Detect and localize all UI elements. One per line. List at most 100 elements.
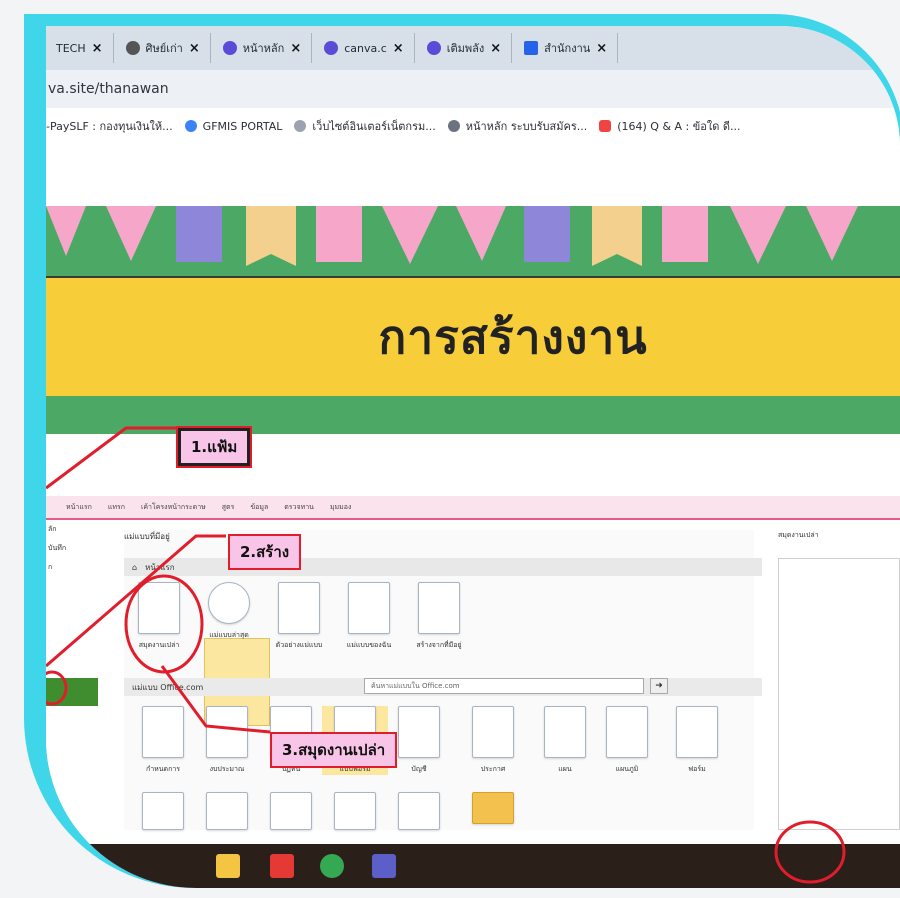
template-label: ตัวอย่างแม่แบบ	[275, 641, 323, 649]
site-icon	[294, 120, 307, 132]
browser-tab[interactable]: canva.c ×	[314, 33, 415, 63]
preview-pane: สมุดงานเปล่า	[772, 530, 900, 830]
office-search-input[interactable]: ค้นหาแม่แบบใน Office.com	[364, 678, 644, 694]
backstage-nav: ลัก บันทึก ก	[46, 520, 100, 830]
template-category[interactable]	[386, 792, 452, 836]
template-category[interactable]	[258, 792, 324, 836]
template-label: ฟอร์ม	[688, 765, 706, 773]
browser-tab[interactable]: หน้าหลัก ×	[212, 33, 313, 63]
folder-icon[interactable]	[460, 792, 526, 830]
template-mine[interactable]: แม่แบบของฉัน	[336, 582, 402, 651]
template-label: แม่แบบของฉัน	[346, 641, 392, 649]
bookmark-item[interactable]: GFMIS PORTAL	[184, 120, 282, 133]
bookmark-item[interactable]: หน้าหลัก ระบบรับสมัคร...	[447, 117, 588, 135]
menu-item[interactable]: แทรก	[108, 502, 125, 513]
menu-item[interactable]: หน้าแรก	[66, 502, 92, 513]
preview-title: สมุดงานเปล่า	[778, 531, 819, 539]
chrome-icon[interactable]	[320, 854, 344, 878]
page-title: การสร้างงาน	[378, 309, 648, 364]
bookmark-label: หน้าหลัก ระบบรับสมัคร...	[465, 120, 588, 133]
section-label: แม่แบบ Office.com	[132, 682, 204, 692]
doc-icon	[206, 792, 248, 830]
template-category[interactable]: กำหนดการ	[130, 706, 196, 775]
bookmark-item[interactable]: (164) Q & A : ข้อใด ดี...	[599, 117, 741, 135]
tab-label: สำนักงาน	[544, 42, 591, 55]
preview-box	[778, 558, 900, 830]
close-icon[interactable]: ×	[290, 41, 301, 56]
bookmarks-bar: -PaySLF : กองทุนเงินให้... GFMIS PORTAL …	[46, 108, 900, 144]
address-text: va.site/thanawan	[48, 81, 169, 97]
callout-step-2: 2.สร้าง	[228, 534, 302, 570]
doc-icon	[398, 706, 440, 758]
template-label: งบประมาณ	[209, 765, 245, 773]
doc-icon	[142, 792, 184, 830]
callout-label: 1.แฟ้ม	[191, 438, 238, 456]
nav-item-new-active[interactable]	[46, 678, 98, 706]
breadcrumb: ⌂ หน้าแรก	[124, 558, 762, 576]
doc-icon	[142, 706, 184, 758]
teams-icon[interactable]	[372, 854, 396, 878]
nav-item[interactable]: ลัก	[46, 520, 100, 539]
close-icon[interactable]: ×	[189, 41, 200, 56]
template-label: แม่แบบล่าสุด	[209, 631, 249, 639]
browser-tab[interactable]: สำนักงาน ×	[514, 33, 619, 63]
template-sample[interactable]: ตัวอย่างแม่แบบ	[266, 582, 332, 651]
menu-item[interactable]: มุมมอง	[330, 502, 351, 513]
tab-label: ศิษย์เก่า	[145, 42, 183, 55]
tab-label: เติมพลัง	[446, 42, 485, 55]
template-blank-workbook[interactable]: สมุดงานเปล่า	[126, 582, 192, 651]
home-icon[interactable]: ⌂	[132, 563, 137, 572]
callout-label: 3.สมุดงานเปล่า	[282, 741, 386, 759]
taskbar	[46, 844, 900, 888]
template-category[interactable]: แผนภูมิ	[594, 706, 660, 775]
browser-tab[interactable]: TECH ×	[46, 33, 114, 63]
browser-tab[interactable]: เติมพลัง ×	[416, 33, 513, 63]
breadcrumb-label: หน้าแรก	[145, 562, 175, 572]
template-category[interactable]	[194, 792, 260, 836]
close-icon[interactable]: ×	[92, 41, 103, 56]
canva-icon	[222, 41, 237, 55]
doc-icon	[206, 706, 248, 758]
menu-item[interactable]: ข้อมูล	[250, 502, 268, 513]
classroom-icon	[524, 41, 539, 55]
template-category[interactable]: งบประมาณ	[194, 706, 260, 775]
title-banner: การสร้างงาน	[46, 276, 900, 398]
clock-doc-icon	[208, 582, 250, 624]
templates-panel: แม่แบบที่มีอยู่ ⌂ หน้าแรก สมุดงานเปล่า แ…	[124, 530, 762, 830]
template-category[interactable]: ฟอร์ม	[664, 706, 730, 775]
pdf-icon[interactable]	[270, 854, 294, 878]
close-icon[interactable]: ×	[596, 41, 607, 56]
close-icon[interactable]: ×	[490, 41, 501, 56]
menu-item[interactable]: สูตร	[222, 502, 235, 513]
template-category[interactable]	[322, 792, 388, 836]
menu-item[interactable]: ตรวจทาน	[284, 502, 314, 513]
template-recent[interactable]: แม่แบบล่าสุด	[196, 582, 262, 641]
template-category[interactable]	[130, 792, 196, 836]
template-from-existing[interactable]: สร้างจากที่มีอยู่	[406, 582, 472, 651]
browser-tab[interactable]: ศิษย์เก่า ×	[115, 33, 211, 63]
canva-icon	[324, 41, 339, 55]
menu-item[interactable]: เค้าโครงหน้ากระดาษ	[141, 502, 206, 513]
bookmark-item[interactable]: เว็บไซต์อินเตอร์เน็ตกรม...	[294, 117, 436, 135]
callout-step-3: 3.สมุดงานเปล่า	[270, 732, 398, 768]
folder-icon[interactable]	[216, 854, 240, 878]
search-placeholder: ค้นหาแม่แบบใน Office.com	[371, 681, 460, 690]
bookmark-label: เว็บไซต์อินเตอร์เน็ตกรม...	[312, 120, 436, 133]
template-label: สมุดงานเปล่า	[138, 641, 180, 649]
template-category[interactable]: ประกาศ	[460, 706, 526, 775]
sample-doc-icon	[278, 582, 320, 634]
nav-item[interactable]: ก	[46, 558, 100, 577]
arrow-right-icon[interactable]: ➜	[650, 678, 668, 694]
doc-icon	[676, 706, 718, 758]
close-icon[interactable]: ×	[393, 41, 404, 56]
address-bar[interactable]: va.site/thanawan	[46, 70, 900, 109]
nav-item[interactable]: บันทึก	[46, 539, 100, 558]
template-category[interactable]: แผน	[532, 706, 598, 775]
bookmark-item[interactable]: -PaySLF : กองทุนเงินให้...	[46, 117, 173, 135]
bunting-banner	[46, 206, 900, 276]
template-label: บัญชี	[411, 765, 427, 773]
bookmark-label: (164) Q & A : ข้อใด ดี...	[617, 120, 741, 133]
template-label: ประกาศ	[480, 765, 506, 773]
bookmark-label: -PaySLF : กองทุนเงินให้...	[46, 120, 173, 133]
globe-icon	[125, 41, 140, 55]
